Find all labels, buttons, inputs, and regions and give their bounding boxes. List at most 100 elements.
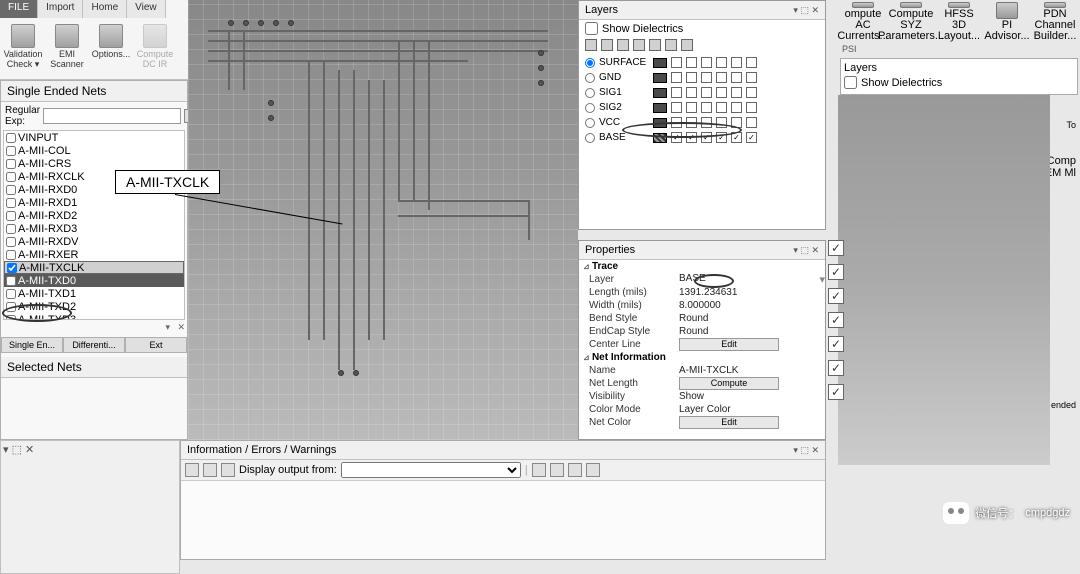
layer-swatch[interactable] xyxy=(653,73,667,83)
layer-tool-icon[interactable] xyxy=(585,39,597,51)
close-icon[interactable] xyxy=(586,463,600,477)
layer-swatch[interactable] xyxy=(653,88,667,98)
layer-col-checkbox[interactable] xyxy=(701,102,712,113)
show-dielectrics-checkbox[interactable] xyxy=(585,22,598,35)
net-checkbox[interactable] xyxy=(6,198,16,208)
layer-tool-icon[interactable] xyxy=(681,39,693,51)
ribbon-tab-home[interactable]: Home xyxy=(83,0,127,18)
layer-col-checkbox[interactable] xyxy=(671,72,682,83)
prop-button[interactable]: Edit xyxy=(679,416,779,429)
layer-col-checkbox[interactable] xyxy=(671,102,682,113)
net-item[interactable]: A-MII-TXD0 xyxy=(4,274,184,287)
net-checkbox[interactable] xyxy=(6,250,16,260)
prop-group-title[interactable]: Net Information xyxy=(579,351,825,364)
net-item[interactable]: A-MII-TXD1 xyxy=(4,287,184,300)
tab-single-ended[interactable]: Single En... xyxy=(1,337,63,353)
layer-radio[interactable] xyxy=(585,118,595,128)
net-item[interactable]: VINPUT xyxy=(4,131,184,144)
ribbon-tab-file[interactable]: FILE xyxy=(0,0,38,18)
pcb-canvas[interactable] xyxy=(188,0,578,440)
net-checkbox[interactable] xyxy=(6,224,16,234)
layer-col-checkbox[interactable] xyxy=(671,57,682,68)
net-item[interactable]: A-MII-RXD3 xyxy=(4,222,184,235)
prop-value[interactable]: 1391.234631 xyxy=(679,287,825,298)
prop-group-title[interactable]: Trace xyxy=(579,260,825,273)
layer-col-checkbox[interactable] xyxy=(716,57,727,68)
output-source-select[interactable] xyxy=(341,462,521,478)
layer-col-checkbox[interactable] xyxy=(731,57,742,68)
layer-col-checkbox[interactable] xyxy=(671,87,682,98)
prop-value[interactable]: Round xyxy=(679,313,825,324)
prop-value[interactable]: 8.000000 xyxy=(679,300,825,311)
net-item[interactable]: A-MII-RXD1 xyxy=(4,196,184,209)
net-checkbox[interactable] xyxy=(6,237,16,247)
side-show-dielectrics-checkbox[interactable] xyxy=(844,76,857,89)
tab-ext[interactable]: Ext xyxy=(125,337,187,353)
layer-col-checkbox[interactable] xyxy=(746,57,757,68)
layer-tool-icon[interactable] xyxy=(601,39,613,51)
layer-col-checkbox[interactable] xyxy=(716,102,727,113)
layer-radio[interactable] xyxy=(585,73,595,83)
panel-pin-icon[interactable]: ▾ ⬚ ✕ xyxy=(793,5,819,16)
pdn-channel-button[interactable]: PDN Channel Builder... xyxy=(1032,2,1078,42)
layer-swatch[interactable] xyxy=(653,103,667,113)
regex-input[interactable] xyxy=(43,108,181,124)
layer-col-checkbox[interactable] xyxy=(746,87,757,98)
copy-icon[interactable] xyxy=(532,463,546,477)
ribbon-tab-import[interactable]: Import xyxy=(38,0,83,18)
net-checkbox[interactable] xyxy=(6,159,16,169)
error-icon[interactable] xyxy=(221,463,235,477)
net-checkbox[interactable] xyxy=(6,289,16,299)
layer-col-checkbox[interactable] xyxy=(746,72,757,83)
layer-tool-icon[interactable] xyxy=(617,39,629,51)
layer-col-checkbox[interactable] xyxy=(746,117,757,128)
panel-pin-icon[interactable]: ▾ ⬚ ✕ xyxy=(793,445,819,456)
layer-radio[interactable] xyxy=(585,88,595,98)
layer-visibility-checkbox[interactable] xyxy=(828,360,844,376)
prop-value[interactable]: A-MII-TXCLK xyxy=(679,365,825,376)
net-item[interactable]: A-MII-CRS xyxy=(4,157,184,170)
layer-visibility-checkbox[interactable] xyxy=(828,312,844,328)
net-checkbox[interactable] xyxy=(6,146,16,156)
prop-value[interactable]: Round xyxy=(679,326,825,337)
layer-visibility-checkbox[interactable] xyxy=(828,288,844,304)
layer-visibility-checkbox[interactable] xyxy=(828,240,844,256)
layer-radio[interactable] xyxy=(585,103,595,113)
prop-button[interactable]: Edit xyxy=(679,338,779,351)
warning-icon[interactable] xyxy=(203,463,217,477)
layer-col-checkbox[interactable] xyxy=(686,87,697,98)
layer-visibility-checkbox[interactable] xyxy=(828,264,844,280)
prop-value[interactable]: Show xyxy=(679,391,825,402)
tab-differential[interactable]: Differenti... xyxy=(63,337,125,353)
layer-col-checkbox[interactable] xyxy=(716,87,727,98)
net-item[interactable]: A-MII-RXDV xyxy=(4,235,184,248)
layer-radio[interactable] xyxy=(585,133,595,143)
info-icon[interactable] xyxy=(185,463,199,477)
net-item[interactable]: A-MII-RXD2 xyxy=(4,209,184,222)
net-checkbox[interactable] xyxy=(6,133,16,143)
layer-tool-icon[interactable] xyxy=(665,39,677,51)
secondary-canvas[interactable] xyxy=(838,95,1050,465)
layer-col-checkbox[interactable] xyxy=(731,87,742,98)
clear-icon[interactable] xyxy=(568,463,582,477)
net-checkbox[interactable] xyxy=(7,263,17,273)
net-list[interactable]: VINPUTA-MII-COLA-MII-CRSA-MII-RXCLKA-MII… xyxy=(3,130,185,320)
net-item[interactable]: A-MII-TXCLK xyxy=(4,261,184,274)
pi-advisor-button[interactable]: PI Advisor... xyxy=(984,2,1030,42)
layer-swatch[interactable] xyxy=(653,58,667,68)
hfss-3d-button[interactable]: HFSS 3D Layout... xyxy=(936,2,982,42)
compute-syz-button[interactable]: Compute SYZ Parameters... xyxy=(888,2,934,42)
layer-col-checkbox[interactable] xyxy=(746,102,757,113)
layer-col-checkbox[interactable] xyxy=(701,87,712,98)
layer-col-checkbox[interactable] xyxy=(731,72,742,83)
pin-icon[interactable]: ▾ ⬚ ✕ xyxy=(3,443,34,456)
layer-visibility-checkbox[interactable] xyxy=(828,384,844,400)
options-button[interactable]: Options... xyxy=(90,22,132,72)
layer-col-checkbox[interactable] xyxy=(701,72,712,83)
panel-pin-icon[interactable]: ▾ ⬚ ✕ xyxy=(793,245,819,256)
layer-col-checkbox[interactable] xyxy=(686,57,697,68)
layer-col-checkbox[interactable] xyxy=(731,102,742,113)
net-checkbox[interactable] xyxy=(6,211,16,221)
layer-col-checkbox[interactable] xyxy=(686,102,697,113)
prop-button[interactable]: Compute xyxy=(679,377,779,390)
